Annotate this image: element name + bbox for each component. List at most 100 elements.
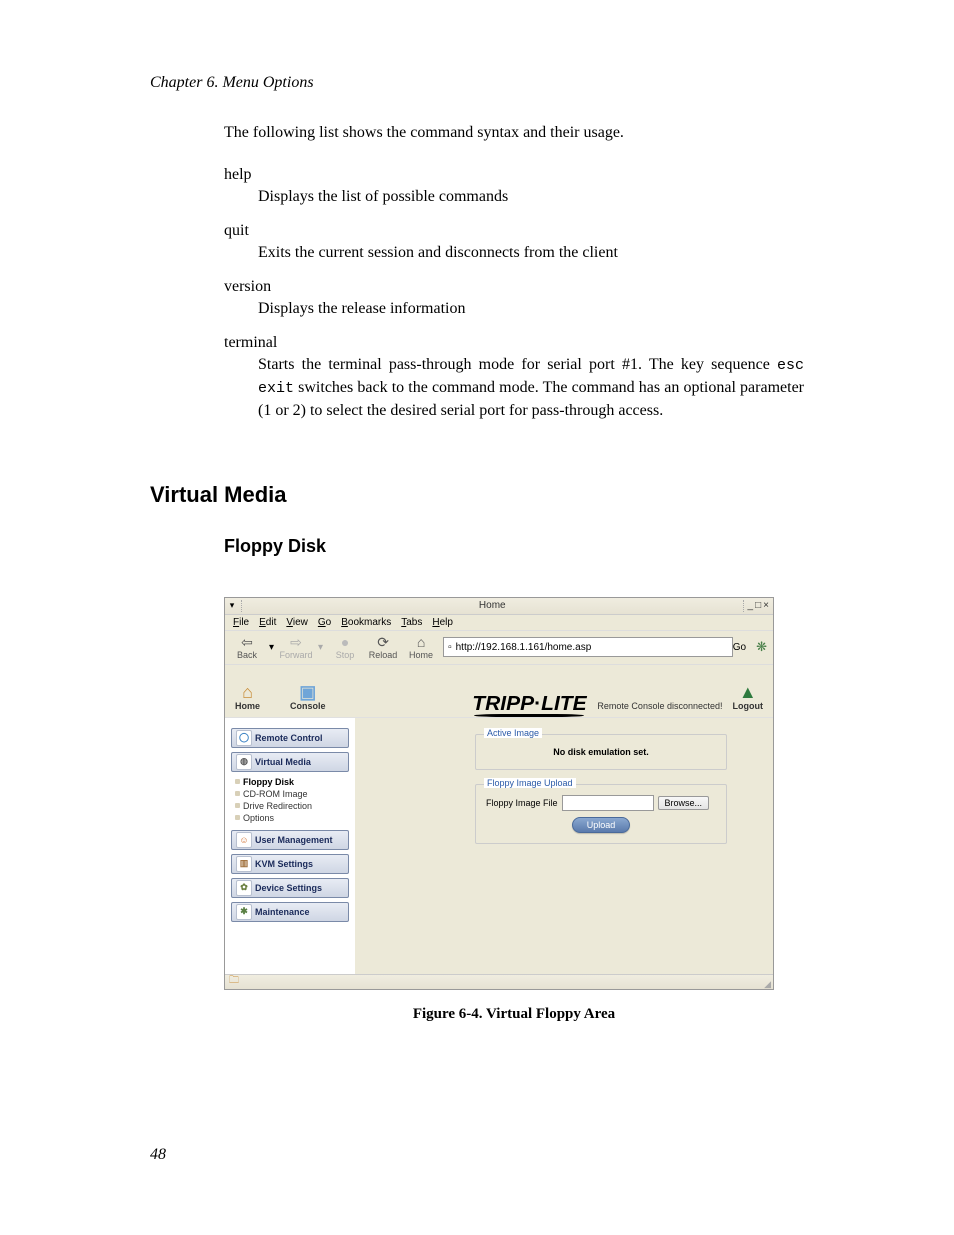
code-esc: esc xyxy=(777,357,804,374)
browse-button[interactable]: Browse... xyxy=(658,796,710,810)
sidebar: ◯ Remote Control ◍ Virtual Media Floppy … xyxy=(225,718,355,974)
sidebar-item-kvm-settings[interactable]: ▥ KVM Settings xyxy=(231,854,349,874)
window-title: Home xyxy=(244,600,741,611)
menu-help[interactable]: Help xyxy=(432,617,453,628)
screenshot-window: ▾ Home _ □ × File Edit View Go Bookmarks… xyxy=(224,597,774,990)
app-logout-button[interactable]: ▲ Logout xyxy=(733,683,764,717)
menu-view[interactable]: View xyxy=(286,617,308,628)
toolbar: ⇦ Back ▾ ⇨ Forward ▾ ● Stop ⟳ Reload xyxy=(225,631,773,665)
page-number: 48 xyxy=(150,1146,166,1164)
def-terminal-post: switches back to the command mode. The c… xyxy=(258,379,804,419)
reload-label: Reload xyxy=(369,650,398,660)
console-icon: ▣ xyxy=(299,683,316,701)
window-close-button[interactable]: × xyxy=(763,601,769,611)
back-icon: ⇦ xyxy=(241,635,253,649)
back-dropdown-icon[interactable]: ▾ xyxy=(269,642,274,653)
virtual-media-submenu: Floppy Disk CD-ROM Image Drive Redirecti… xyxy=(231,776,349,824)
remote-console-status: Remote Console disconnected! xyxy=(597,701,722,711)
submenu-floppy-disk[interactable]: Floppy Disk xyxy=(235,776,349,788)
stop-button[interactable]: ● Stop xyxy=(329,635,361,660)
home-button[interactable]: ⌂ Home xyxy=(405,635,437,660)
sidebar-item-user-management[interactable]: ☺ User Management xyxy=(231,830,349,850)
throbber-icon: ❋ xyxy=(756,639,767,655)
app-home-label: Home xyxy=(235,701,260,711)
submenu-cdrom-image[interactable]: CD-ROM Image xyxy=(235,788,349,800)
device-settings-icon: ✿ xyxy=(236,880,252,896)
back-button[interactable]: ⇦ Back xyxy=(231,635,263,660)
kvm-settings-icon: ▥ xyxy=(236,856,252,872)
def-version: Displays the release information xyxy=(258,298,804,320)
forward-icon: ⇨ xyxy=(290,635,302,649)
sidebar-item-maintenance[interactable]: ✱ Maintenance xyxy=(231,902,349,922)
floppy-file-input[interactable] xyxy=(562,795,654,811)
resize-grip-icon[interactable]: ◢ xyxy=(764,982,771,987)
active-image-legend: Active Image xyxy=(484,728,542,738)
heading-virtual-media: Virtual Media xyxy=(150,482,804,508)
app-console-button[interactable]: ▣ Console xyxy=(290,683,326,711)
active-image-fieldset: Active Image No disk emulation set. xyxy=(475,734,727,770)
main-panel: Active Image No disk emulation set. Flop… xyxy=(355,718,773,974)
go-button[interactable]: Go xyxy=(729,642,750,653)
submenu-drive-redirection[interactable]: Drive Redirection xyxy=(235,800,349,812)
sidebar-label-user-management: User Management xyxy=(255,835,333,845)
sidebar-item-remote-control[interactable]: ◯ Remote Control xyxy=(231,728,349,748)
reload-button[interactable]: ⟳ Reload xyxy=(367,635,399,660)
term-help: help xyxy=(224,166,804,184)
app-logout-label: Logout xyxy=(733,701,764,711)
window-minimize-button[interactable]: _ xyxy=(748,601,754,611)
app-header: ⌂ Home ▣ Console TRIPP·LITE Remote Conso… xyxy=(225,665,773,718)
sidebar-label-device-settings: Device Settings xyxy=(255,883,322,893)
figure-caption: Figure 6-4. Virtual Floppy Area xyxy=(224,1006,804,1023)
menu-tabs[interactable]: Tabs xyxy=(401,617,422,628)
stop-icon: ● xyxy=(341,635,349,649)
user-management-icon: ☺ xyxy=(236,832,252,848)
term-terminal: terminal xyxy=(224,334,804,352)
floppy-upload-fieldset: Floppy Image Upload Floppy Image File Br… xyxy=(475,784,727,844)
url-text: http://192.168.1.161/home.asp xyxy=(456,642,592,653)
app-console-label: Console xyxy=(290,701,326,711)
floppy-upload-legend: Floppy Image Upload xyxy=(484,778,576,788)
sidebar-item-device-settings[interactable]: ✿ Device Settings xyxy=(231,878,349,898)
sidebar-label-remote-control: Remote Control xyxy=(255,733,323,743)
titlebar-separator xyxy=(241,600,242,612)
brand-logo: TRIPP·LITE Remote Console disconnected! xyxy=(326,693,733,717)
def-help: Displays the list of possible commands xyxy=(258,186,804,208)
submenu-options[interactable]: Options xyxy=(235,812,349,824)
menu-edit[interactable]: Edit xyxy=(259,617,276,628)
remote-control-icon: ◯ xyxy=(236,730,252,746)
active-image-status: No disk emulation set. xyxy=(486,745,716,759)
sidebar-label-kvm-settings: KVM Settings xyxy=(255,859,313,869)
url-input[interactable]: ▫ http://192.168.1.161/home.asp xyxy=(443,637,733,657)
titlebar-dropdown-icon[interactable]: ▾ xyxy=(225,600,239,611)
window-maximize-button[interactable]: □ xyxy=(755,601,761,611)
floppy-file-label: Floppy Image File xyxy=(486,798,558,808)
def-terminal-pre: Starts the terminal pass-through mode fo… xyxy=(258,356,777,373)
virtual-media-icon: ◍ xyxy=(236,754,252,770)
sidebar-item-virtual-media[interactable]: ◍ Virtual Media xyxy=(231,752,349,772)
term-version: version xyxy=(224,278,804,296)
home-icon: ⌂ xyxy=(242,683,253,701)
heading-floppy-disk: Floppy Disk xyxy=(224,536,804,557)
stop-label: Stop xyxy=(336,650,355,660)
forward-dropdown-icon[interactable]: ▾ xyxy=(318,642,323,653)
titlebar-separator xyxy=(743,600,744,612)
app-home-button[interactable]: ⌂ Home xyxy=(235,683,260,711)
sidebar-label-virtual-media: Virtual Media xyxy=(255,757,311,767)
address-bar: ▫ http://192.168.1.161/home.asp xyxy=(443,637,723,657)
upload-button[interactable]: Upload xyxy=(572,817,631,833)
menubar: File Edit View Go Bookmarks Tabs Help xyxy=(225,615,773,631)
home-label: Home xyxy=(409,650,433,660)
back-label: Back xyxy=(237,650,257,660)
folder-icon: 🗀 xyxy=(229,973,239,990)
chapter-header: Chapter 6. Menu Options xyxy=(150,74,804,92)
sidebar-label-maintenance: Maintenance xyxy=(255,907,310,917)
logout-icon: ▲ xyxy=(739,683,757,701)
figure-screenshot: ▾ Home _ □ × File Edit View Go Bookmarks… xyxy=(224,597,804,1023)
statusbar: 🗀 ◢ xyxy=(225,974,773,989)
page-icon: ▫ xyxy=(448,642,452,653)
menu-go[interactable]: Go xyxy=(318,617,331,628)
menu-file[interactable]: File xyxy=(233,617,249,628)
intro-text: The following list shows the command syn… xyxy=(224,122,804,144)
menu-bookmarks[interactable]: Bookmarks xyxy=(341,617,391,628)
forward-button[interactable]: ⇨ Forward xyxy=(280,635,312,660)
